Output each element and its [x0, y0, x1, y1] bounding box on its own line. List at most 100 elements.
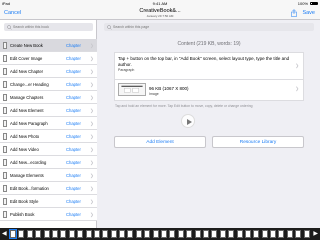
- page-thumbnail[interactable]: [186, 230, 193, 238]
- chevron-right-icon: ❯: [90, 94, 94, 100]
- image-element[interactable]: 96 KB (1067 X 800) Image ❯: [114, 80, 304, 101]
- page-thumbnail[interactable]: [77, 230, 84, 238]
- scroll-left-icon[interactable]: ◀: [2, 230, 7, 237]
- image-size: 96 KB (1067 X 800): [149, 86, 189, 91]
- book-search-input[interactable]: [13, 23, 91, 31]
- share-icon[interactable]: [291, 9, 297, 17]
- chapter-thumbnail: [3, 159, 7, 166]
- chapter-thumbnail: [3, 94, 7, 101]
- chapter-title: Edit Cover Image: [10, 56, 43, 61]
- chapter-thumbnail: [3, 68, 7, 75]
- page-thumbnail[interactable]: [127, 230, 134, 238]
- play-icon[interactable]: [181, 114, 195, 128]
- chapter-row[interactable]: Edit Book...formation Chapter ❯: [0, 182, 97, 195]
- page-thumbnail[interactable]: [135, 230, 142, 238]
- chapter-row[interactable]: Add New Video Chapter ❯: [0, 143, 97, 156]
- chapter-type: Chapter: [66, 160, 81, 165]
- page-thumbnail[interactable]: [270, 230, 277, 238]
- page-thumbnail[interactable]: [93, 230, 100, 238]
- page-thumbnail[interactable]: [102, 230, 109, 238]
- chapter-row[interactable]: Edit Cover Image Chapter ❯: [0, 52, 97, 65]
- chapter-row[interactable]: Edit Book Style Chapter ❯: [0, 195, 97, 208]
- chapter-thumbnail: [3, 198, 7, 205]
- book-search-field[interactable]: [4, 23, 93, 31]
- chapter-thumbnail: [3, 211, 7, 218]
- page-thumbnail[interactable]: [219, 230, 226, 238]
- page-thumbnail[interactable]: [244, 230, 251, 238]
- chapter-row[interactable]: Change...er Heading Chapter ❯: [0, 78, 97, 91]
- chapter-type: Chapter: [66, 95, 81, 100]
- chapter-row[interactable]: Publish Book Chapter ❯: [0, 208, 97, 221]
- search-icon: [7, 24, 12, 30]
- page-thumbnail[interactable]: [43, 230, 50, 238]
- chapter-row[interactable]: Manage Chapters Chapter ❯: [0, 91, 97, 104]
- chevron-right-icon: ❯: [90, 133, 94, 139]
- add-element-button[interactable]: Add Element: [114, 136, 206, 148]
- page-film-strip: ◀ ▶: [0, 228, 320, 240]
- page-search-input[interactable]: [113, 23, 311, 31]
- page-thumbnail[interactable]: [9, 229, 17, 239]
- page-thumbnail[interactable]: [253, 230, 260, 238]
- page-search-field[interactable]: [104, 23, 314, 31]
- page-thumbnail[interactable]: [261, 230, 268, 238]
- page-thumbnail[interactable]: [51, 230, 58, 238]
- page-thumbnail[interactable]: [211, 230, 218, 238]
- status-bar: iPad 9:41 AM 100%: [0, 0, 320, 7]
- page-thumbnail[interactable]: [152, 230, 159, 238]
- page-thumbnail[interactable]: [202, 230, 209, 238]
- chapter-type: Chapter: [66, 186, 81, 191]
- navigation-bar: Cancel CreativeBook&... January 29 7:50 …: [0, 7, 320, 20]
- chapter-row[interactable]: Create New Book Chapter ❯: [0, 39, 97, 52]
- chevron-right-icon: ❯: [90, 185, 94, 191]
- chevron-right-icon: ❯: [90, 55, 94, 61]
- chapter-type: Chapter: [66, 82, 81, 87]
- chapter-row[interactable]: Add New Photo Chapter ❯: [0, 130, 97, 143]
- page-thumbnail[interactable]: [119, 230, 126, 238]
- page-thumbnail[interactable]: [161, 230, 167, 238]
- book-date: January 29 7:50 AM: [146, 14, 174, 18]
- chapter-title: Add New Paragraph: [10, 121, 48, 126]
- element-type-label: Image: [149, 92, 159, 96]
- chapter-type: Chapter: [66, 199, 81, 204]
- page-thumbnail[interactable]: [278, 230, 285, 238]
- chapter-row[interactable]: Add New Paragraph Chapter ❯: [0, 117, 97, 130]
- page-thumbnail[interactable]: [236, 230, 243, 238]
- cancel-button[interactable]: Cancel: [4, 10, 21, 16]
- chapter-row[interactable]: Add New...ecording Chapter ❯: [0, 156, 97, 169]
- chapter-title: Publish Book: [10, 212, 35, 217]
- page-thumbnail[interactable]: [295, 230, 302, 238]
- page-thumbnail[interactable]: [110, 230, 117, 238]
- chapter-title: Manage Elements: [10, 173, 44, 178]
- page-thumbnail[interactable]: [68, 230, 75, 238]
- chapter-thumbnail: [3, 133, 7, 140]
- paragraph-element[interactable]: Tap + button on the top bar, in "Add Boo…: [114, 52, 304, 80]
- chapter-row[interactable]: Manage Elements Chapter ❯: [0, 169, 97, 182]
- chevron-right-icon: ❯: [90, 159, 94, 165]
- page-thumbnail[interactable]: [144, 230, 151, 238]
- page-thumbnail[interactable]: [85, 230, 92, 238]
- chapter-row[interactable]: Add New Chapter Chapter ❯: [0, 65, 97, 78]
- chapter-row[interactable]: Add New Element Chapter ❯: [0, 104, 97, 117]
- page-thumbnail[interactable]: [177, 230, 184, 238]
- chapter-thumbnail: [3, 146, 7, 153]
- page-thumbnail[interactable]: [60, 230, 67, 238]
- page-thumbnail[interactable]: [194, 230, 201, 238]
- save-button[interactable]: Save: [302, 10, 315, 16]
- battery-icon: [310, 1, 318, 5]
- page-thumbnail[interactable]: [18, 230, 25, 238]
- page-thumbnail[interactable]: [303, 230, 310, 238]
- page-thumbnail[interactable]: [228, 230, 235, 238]
- chevron-right-icon: ❯: [90, 81, 94, 87]
- page-thumbnail[interactable]: [169, 230, 176, 238]
- image-thumbnail: [118, 83, 146, 96]
- page-thumbnail[interactable]: [286, 230, 293, 238]
- page-thumbnail[interactable]: [35, 230, 42, 238]
- chapter-title: Add New Element: [10, 108, 44, 113]
- page-thumbnail[interactable]: [26, 230, 33, 238]
- chevron-right-icon: ❯: [90, 42, 94, 48]
- chevron-right-icon: ❯: [295, 86, 299, 91]
- scroll-right-icon[interactable]: ▶: [313, 230, 318, 237]
- chevron-right-icon: ❯: [90, 146, 94, 152]
- book-title: CreativeBook&...: [139, 7, 181, 14]
- resource-library-button[interactable]: Resource Library: [212, 136, 304, 148]
